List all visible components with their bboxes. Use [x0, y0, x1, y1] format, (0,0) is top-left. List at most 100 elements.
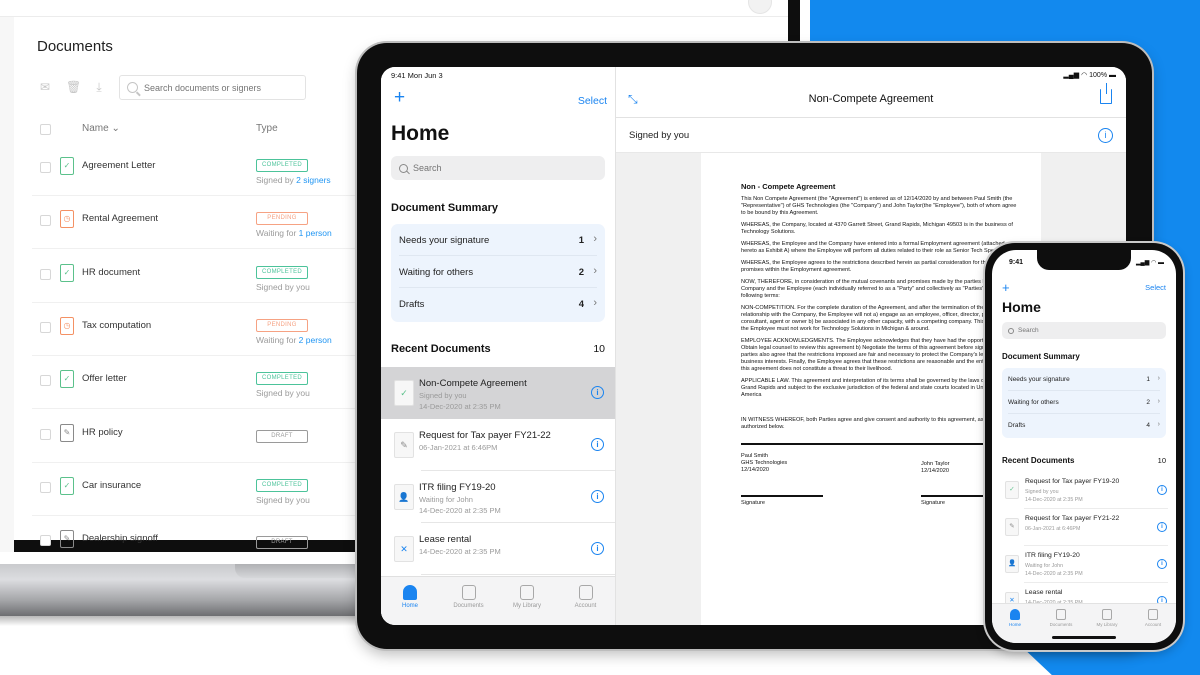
signature-icon: ✕: [394, 536, 414, 562]
search-input[interactable]: [1018, 327, 1158, 334]
recent-document-title: Non-Compete Agreement: [419, 378, 527, 389]
tab-account[interactable]: Account: [557, 585, 615, 609]
signers-link[interactable]: 1 person: [299, 228, 332, 238]
signers-link[interactable]: 2 signers: [296, 175, 331, 185]
row-checkbox[interactable]: [40, 215, 51, 227]
table-row[interactable]: ◷ Tax computation PENDING Waiting for 2 per…: [32, 303, 362, 356]
summary-row-waiting[interactable]: Waiting for others 2 ›: [1008, 391, 1160, 414]
document-icon: [1056, 609, 1066, 620]
search-input[interactable]: [413, 163, 593, 173]
table-row[interactable]: ✓ Offer letter COMPLETED Signed by you: [32, 356, 362, 410]
tab-home[interactable]: Home: [381, 585, 439, 609]
tab-documents[interactable]: Documents: [440, 585, 498, 609]
mail-icon[interactable]: ✉: [38, 80, 52, 94]
summary-row-waiting[interactable]: Waiting for others 2 ›: [399, 256, 597, 288]
document-name[interactable]: Car insurance: [82, 480, 141, 491]
add-icon[interactable]: +: [1002, 281, 1010, 294]
table-row[interactable]: ✓ HR document COMPLETED Signed by you: [32, 250, 362, 303]
info-icon[interactable]: i: [591, 438, 604, 451]
recent-document-item[interactable]: ✎ Request for Tax payer FY21-22 06-Jan-202…: [381, 419, 615, 471]
ipad-sidebar: 9:41 Mon Jun 3 + Select Home Document Su…: [381, 67, 616, 625]
row-checkbox[interactable]: [40, 375, 51, 387]
status-detail-text: Signed by you: [256, 494, 310, 505]
document-pending-icon: ◷: [60, 316, 74, 335]
summary-row-drafts[interactable]: Drafts 4 ›: [399, 288, 597, 320]
documents-search[interactable]: [119, 75, 306, 100]
table-row[interactable]: ✓ Car insurance COMPLETED Signed by you: [32, 463, 362, 516]
recent-document-item[interactable]: ✕ Lease rental 14-Dec-2020 at 2:35 PM i: [381, 523, 615, 575]
recent-document-item[interactable]: ✓ Request for Tax payer FY19-20 Signed by …: [992, 472, 1176, 509]
ipad-search[interactable]: [391, 156, 605, 180]
search-icon: [1008, 327, 1014, 334]
summary-row-needs-signature[interactable]: Needs your signature 1 ›: [1008, 368, 1160, 391]
document-name[interactable]: Agreement Letter: [82, 160, 155, 171]
tab-account[interactable]: Account: [1130, 609, 1176, 627]
document-paragraph: WHEREAS, the Employee and the Company ha…: [741, 241, 1010, 254]
document-name[interactable]: Offer letter: [82, 373, 127, 384]
row-checkbox[interactable]: [40, 321, 51, 333]
search-icon: [399, 163, 408, 173]
table-row[interactable]: ✎ Dealership signoff DRAFT: [32, 516, 362, 570]
row-checkbox[interactable]: [40, 481, 51, 493]
home-title: Home: [391, 122, 450, 145]
document-name[interactable]: HR document: [82, 267, 140, 278]
iphone-search[interactable]: [1002, 322, 1166, 339]
summary-row-drafts[interactable]: Drafts 4 ›: [1008, 414, 1160, 437]
share-icon[interactable]: [1100, 83, 1112, 104]
recent-document-item[interactable]: 👤 ITR filing FY19-20 Waiting for John 14-De…: [381, 471, 615, 523]
tab-my-library[interactable]: My Library: [1084, 609, 1130, 627]
party-date: 12/14/2020: [741, 467, 769, 473]
select-button[interactable]: Select: [1145, 283, 1166, 292]
row-checkbox[interactable]: [40, 268, 51, 280]
table-row[interactable]: ✓ Agreement Letter COMPLETED Signed by 2 si…: [32, 143, 362, 196]
signed-status: Signed by you: [629, 130, 690, 141]
row-checkbox[interactable]: [40, 162, 51, 173]
summary-row-needs-signature[interactable]: Needs your signature 1 ›: [399, 224, 597, 256]
trash-icon[interactable]: 🗑: [66, 80, 81, 94]
signature-line[interactable]: [741, 495, 823, 497]
document-name[interactable]: Tax computation: [82, 320, 151, 331]
info-icon[interactable]: i: [591, 542, 604, 555]
avatar[interactable]: [748, 0, 772, 14]
person-icon: 👤: [1005, 555, 1019, 573]
select-button[interactable]: Select: [578, 95, 607, 107]
document-pending-icon: ◷: [60, 210, 74, 229]
recent-document-meta: 14-Dec-2020 at 2:35 PM: [419, 547, 501, 556]
laptop-top-bar: [0, 0, 788, 17]
info-icon[interactable]: i: [1157, 559, 1167, 569]
table-row[interactable]: ✎ HR policy DRAFT: [32, 410, 362, 463]
signers-link[interactable]: 2 person: [299, 335, 332, 345]
laptop-lid-notch: [235, 564, 365, 578]
info-icon[interactable]: i: [591, 386, 604, 399]
table-row[interactable]: ◷ Rental Agreement PENDING Waiting for 1 pe…: [32, 196, 362, 250]
status-detail: Signed by you: [256, 495, 310, 505]
document-name[interactable]: Dealership signoff: [82, 533, 158, 544]
tab-home[interactable]: Home: [992, 609, 1038, 627]
party-date: 12/14/2020: [921, 468, 949, 474]
download-icon[interactable]: ⤓: [92, 80, 106, 94]
party-name: Paul Smith: [741, 453, 769, 459]
document-name[interactable]: HR policy: [82, 427, 123, 438]
row-checkbox[interactable]: [40, 535, 51, 547]
recent-document-meta: Waiting for John: [1025, 563, 1064, 569]
add-icon[interactable]: +: [394, 88, 405, 107]
recent-document-item[interactable]: ✓ Non-Compete Agreement Signed by you 14-De…: [381, 367, 615, 419]
info-icon[interactable]: i: [1098, 128, 1113, 143]
select-all-checkbox[interactable]: [40, 124, 51, 135]
search-input[interactable]: [144, 82, 294, 93]
document-completed-icon: ✓: [60, 370, 74, 389]
info-icon[interactable]: i: [1157, 522, 1167, 532]
info-icon[interactable]: i: [1157, 485, 1167, 495]
signature-label: Signature: [741, 500, 765, 506]
recent-document-item[interactable]: ✎ Request for Tax payer FY21-22 06-Jan-202…: [992, 509, 1176, 546]
document-name[interactable]: Rental Agreement: [82, 213, 158, 224]
recent-document-meta: Waiting for John: [419, 495, 473, 504]
info-icon[interactable]: i: [591, 490, 604, 503]
tab-my-library[interactable]: My Library: [498, 585, 556, 609]
row-checkbox[interactable]: [40, 428, 51, 440]
viewer-title: Non-Compete Agreement: [808, 93, 934, 105]
recent-document-item[interactable]: 👤 ITR filing FY19-20 Waiting for John 14-De…: [992, 546, 1176, 583]
document-paragraph: This Non Compete Agreement (the "Agreeme…: [741, 196, 1017, 216]
tab-documents[interactable]: Documents: [1038, 609, 1084, 627]
column-header-name[interactable]: Name ⌄: [82, 123, 120, 134]
